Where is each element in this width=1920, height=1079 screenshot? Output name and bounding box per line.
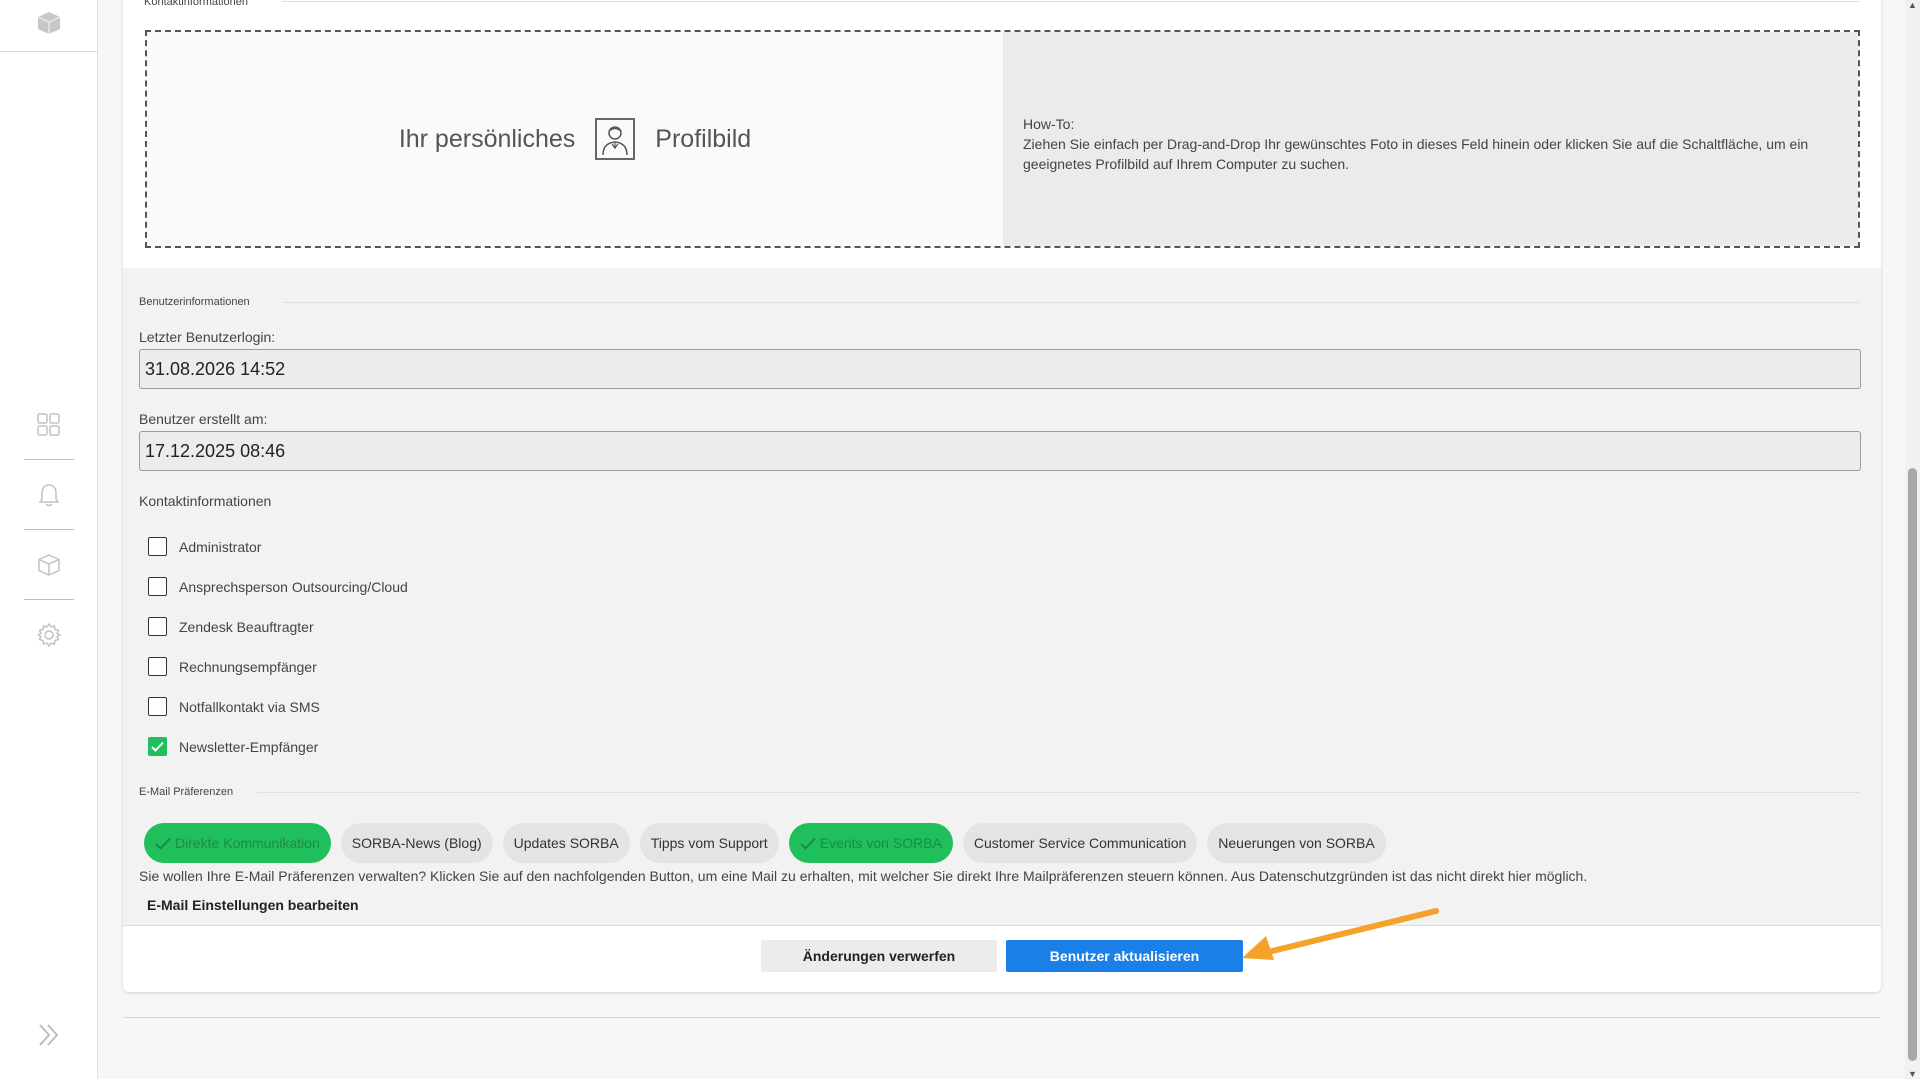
discard-changes-button[interactable]: Änderungen verwerfen (761, 940, 997, 972)
user-info-legend: Benutzerinformationen (139, 296, 250, 308)
email-prefs-info: Sie wollen Ihre E-Mail Präferenzen verwa… (139, 868, 1588, 884)
checkbox-label: Ansprechsperson Outsourcing/Cloud (179, 578, 408, 595)
box-icon[interactable] (36, 10, 62, 41)
sidebar-divider (24, 529, 74, 530)
user-avatar-icon (595, 118, 636, 160)
vertical-scrollbar[interactable]: ▲ ▼ (1905, 0, 1920, 1079)
annotation-arrow-icon (1242, 908, 1439, 960)
check-icon (155, 837, 171, 850)
checkbox[interactable] (148, 617, 167, 636)
check-icon (799, 837, 816, 850)
checkbox-outsourcing-contact[interactable]: Ansprechsperson Outsourcing/Cloud (148, 577, 408, 596)
chip-label: Customer Service Communication (973, 835, 1187, 851)
chip-label: Updates SORBA (513, 835, 619, 851)
dropzone-prompt: Ihr persönliches Profilbild (147, 32, 1003, 246)
contact-info-legend: Kontaktinformationen (144, 0, 248, 8)
expand-chevrons-icon[interactable] (34, 1020, 64, 1050)
checkbox-checked[interactable] (148, 737, 167, 756)
howto-title: How-To: (1023, 116, 1075, 132)
checkbox-label: Administrator (179, 538, 262, 555)
chip-updates-sorba[interactable]: Updates SORBA (502, 823, 630, 863)
checkbox-label: Newsletter-Empfänger (179, 738, 319, 755)
chip-customer-service[interactable]: Customer Service Communication (962, 823, 1198, 863)
dropzone-text-left: Ihr persönliches (398, 124, 576, 153)
sidebar (0, 0, 98, 1079)
sidebar-divider (24, 459, 74, 460)
card-footer (123, 925, 1881, 992)
chip-label: SORBA-News (Blog) (351, 835, 482, 851)
box-icon[interactable] (34, 550, 64, 580)
legend-line (283, 302, 1860, 303)
checkbox[interactable] (148, 577, 167, 596)
dropzone-howto: How-To: Ziehen Sie einfach per Drag-and-… (1003, 32, 1858, 246)
chip-support-tips[interactable]: Tipps vom Support (639, 823, 779, 863)
scroll-down-arrow-icon[interactable]: ▼ (1908, 1069, 1917, 1079)
gear-icon[interactable] (34, 620, 64, 650)
chip-direct-communication[interactable]: Direkte Kommunikation (144, 823, 331, 863)
checkbox[interactable] (148, 657, 167, 676)
contact-info-title: Kontaktinformationen (139, 493, 272, 509)
checkbox[interactable] (148, 537, 167, 556)
created-at-field[interactable] (139, 431, 1861, 471)
last-login-field[interactable] (139, 349, 1861, 389)
chip-events-sorba[interactable]: Events von SORBA (788, 823, 953, 863)
dashboard-grid-icon[interactable] (34, 410, 64, 440)
legend-line (257, 792, 1860, 793)
chip-label: Tipps vom Support (650, 835, 768, 851)
legend-line (282, 1, 1860, 2)
scroll-up-arrow-icon[interactable]: ▲ (1908, 0, 1917, 10)
howto-text: Ziehen Sie einfach per Drag-and-Drop Ihr… (1023, 136, 1809, 172)
chip-news-sorba[interactable]: Neuerungen von SORBA (1207, 823, 1386, 863)
checkbox-newsletter[interactable]: Newsletter-Empfänger (148, 737, 318, 756)
checkbox-zendesk[interactable]: Zendesk Beauftragter (148, 617, 314, 636)
email-preference-chips: Direkte Kommunikation SORBA-News (Blog) … (144, 823, 1386, 863)
checkbox-invoice-recipient[interactable]: Rechnungsempfänger (148, 657, 317, 676)
page-divider (123, 1017, 1881, 1018)
last-login-label: Letzter Benutzerlogin: (139, 329, 276, 345)
update-user-button[interactable]: Benutzer aktualisieren (1006, 940, 1243, 972)
checkbox-label: Zendesk Beauftragter (179, 618, 314, 635)
email-prefs-legend: E-Mail Präferenzen (139, 786, 234, 798)
checkbox[interactable] (148, 697, 167, 716)
chip-label: Direkte Kommunikation (175, 835, 320, 851)
checkmark-icon (151, 741, 164, 752)
chip-label: Neuerungen von SORBA (1218, 835, 1375, 851)
checkbox-label: Notfallkontakt via SMS (179, 698, 320, 715)
sidebar-divider (24, 599, 74, 600)
sidebar-header (0, 0, 98, 52)
chip-label: Events von SORBA (819, 835, 942, 851)
checkbox-administrator[interactable]: Administrator (148, 537, 261, 556)
profile-picture-dropzone[interactable]: Ihr persönliches Profilbild How-To: Zieh… (145, 30, 1860, 248)
dropzone-text-right: Profilbild (655, 124, 752, 153)
bell-icon[interactable] (34, 480, 64, 510)
checkbox-emergency-sms[interactable]: Notfallkontakt via SMS (148, 697, 320, 716)
edit-email-settings-link[interactable]: E-Mail Einstellungen bearbeiten (147, 897, 359, 913)
chip-sorba-news[interactable]: SORBA-News (Blog) (340, 823, 493, 863)
scrollbar-thumb[interactable] (1908, 468, 1917, 1061)
checkbox-label: Rechnungsempfänger (179, 658, 317, 675)
created-at-label: Benutzer erstellt am: (139, 411, 268, 427)
